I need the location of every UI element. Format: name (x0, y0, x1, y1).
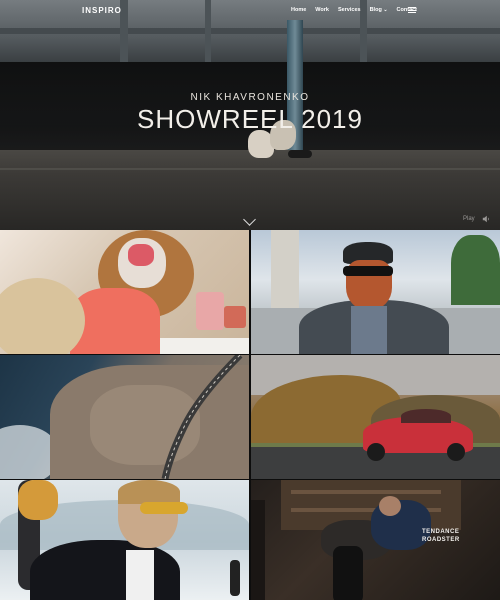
tile-caption: TENDANCE ROADSTER (422, 528, 460, 544)
hero-ground-line (0, 168, 500, 170)
page: INSPIRO Home Work Services Blog ⌄ Contac… (0, 0, 500, 600)
hero-subtitle: NIK KHAVRONENKO (190, 92, 310, 103)
nav-item-blog-label: Blog (369, 7, 382, 13)
menu-icon[interactable] (408, 7, 416, 13)
nav-item-blog[interactable]: Blog ⌄ (370, 7, 388, 13)
nav-item-services[interactable]: Services (338, 7, 361, 13)
tile-shirt (126, 550, 154, 600)
tile-child-head (0, 278, 85, 354)
tile-mechanic-head (379, 496, 401, 516)
hero-video[interactable]: INSPIRO Home Work Services Blog ⌄ Contac… (0, 0, 500, 230)
tile-skier-jacket (18, 480, 58, 520)
tile-caption-line2: ROADSTER (422, 537, 460, 543)
site-logo[interactable]: INSPIRO (82, 6, 122, 15)
tile-shelf (291, 490, 441, 494)
tile-road (161, 355, 243, 479)
tile-car-wheel (367, 443, 385, 461)
tile-skier-right (230, 560, 240, 596)
tile-gold-glasses (140, 502, 188, 514)
tile-caption-line1: TENDANCE (422, 529, 460, 535)
tile-suit (30, 540, 180, 600)
tile-car-wheel (447, 443, 465, 461)
hero-title: SHOWREEL 2019 (137, 104, 363, 134)
portfolio-tile-3[interactable] (0, 355, 249, 479)
tile-face-paint (128, 244, 154, 266)
portfolio-tile-5[interactable] (0, 480, 249, 600)
tile-door (251, 500, 265, 600)
tile-table (160, 338, 249, 354)
tile-cup (196, 292, 224, 330)
portfolio-tile-2[interactable] (251, 230, 500, 354)
nav-item-home[interactable]: Home (291, 7, 306, 13)
hero-beam (205, 0, 211, 62)
volume-icon[interactable] (482, 215, 490, 223)
play-button[interactable]: Play (463, 216, 475, 222)
portfolio-tile-1[interactable] (0, 230, 249, 354)
tile-paint-jar (224, 306, 246, 328)
portfolio-tile-6[interactable] (251, 480, 500, 600)
tile-trees (451, 235, 500, 305)
chevron-down-icon: ⌄ (383, 7, 388, 13)
tile-motorcycle-wheel (333, 546, 363, 600)
tile-shirt (351, 306, 387, 354)
tile-hair (118, 480, 180, 504)
main-nav: Home Work Services Blog ⌄ Contact (291, 7, 417, 13)
nav-item-work[interactable]: Work (315, 7, 329, 13)
tile-car-window (401, 409, 451, 423)
hero-beam (0, 28, 500, 34)
tile-sunglasses (343, 266, 393, 276)
portfolio-tile-4[interactable] (251, 355, 500, 479)
tile-building (271, 230, 299, 310)
